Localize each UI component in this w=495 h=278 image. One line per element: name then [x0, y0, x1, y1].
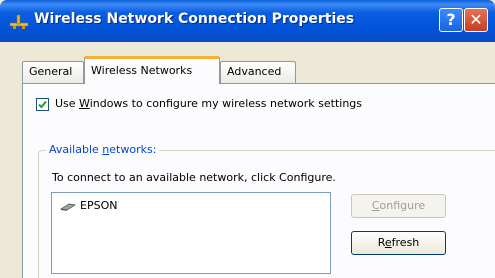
tab-general[interactable]: General [22, 61, 84, 83]
use-windows-label[interactable]: Use Windows to configure my wireless net… [55, 97, 362, 110]
wireless-network-icon [9, 12, 29, 30]
close-button[interactable]: ✕ [464, 8, 488, 32]
use-windows-checkbox[interactable] [36, 98, 49, 111]
ad-hoc-network-icon [60, 202, 76, 215]
tab-advanced[interactable]: Advanced [220, 61, 296, 83]
configure-button[interactable]: Configure [351, 194, 446, 218]
properties-window: Wireless Network Connection Properties ?… [0, 0, 495, 278]
tab-wireless-networks[interactable]: Wireless Networks [84, 56, 220, 84]
window-title: Wireless Network Connection Properties [34, 11, 355, 27]
connect-hint: To connect to an available network, clic… [52, 171, 336, 184]
network-name: EPSON [80, 199, 118, 212]
title-bar[interactable]: Wireless Network Connection Properties ?… [0, 0, 495, 42]
help-button[interactable]: ? [439, 8, 463, 32]
available-networks-label: Available networks: [46, 143, 160, 156]
refresh-button[interactable]: Refresh [351, 231, 446, 255]
